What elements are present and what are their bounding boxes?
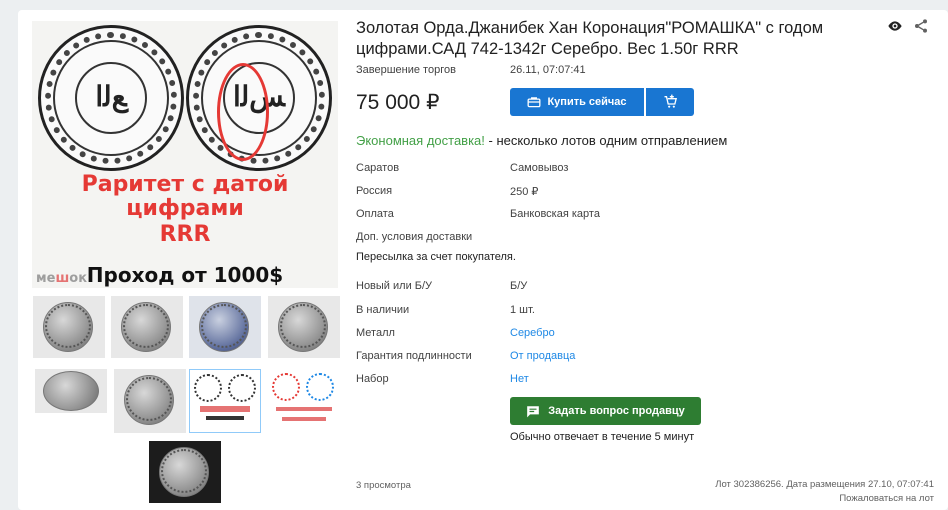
photo-line-1: Раритет с датой bbox=[81, 172, 289, 197]
lot-info: Лот 302386256. Дата размещения 27.10, 07… bbox=[715, 479, 934, 490]
payment-value: Банковская карта bbox=[510, 208, 600, 220]
shipping-note: Экономная доставка! - несколько лотов од… bbox=[356, 133, 728, 148]
ask-seller-button[interactable]: Задать вопрос продавцу bbox=[510, 397, 701, 425]
delivery-value-russia: 250 ₽ bbox=[510, 186, 539, 198]
thumbnail-5[interactable] bbox=[35, 369, 107, 413]
reply-time-note: Обычно отвечает в течение 5 минут bbox=[510, 431, 695, 443]
auction-end-value: 26.11, 07:07:41 bbox=[510, 64, 586, 76]
extra-delivery-label: Доп. условия доставки bbox=[356, 231, 473, 243]
thumbnail-7[interactable] bbox=[189, 369, 261, 433]
add-to-cart-button[interactable] bbox=[646, 88, 694, 116]
photo-line-3: RRR bbox=[159, 222, 211, 247]
buy-now-button[interactable]: Купить сейчас bbox=[510, 88, 644, 116]
delivery-label-saratov: Саратов bbox=[356, 162, 400, 174]
highlight-oval bbox=[217, 63, 269, 161]
ask-seller-label: Задать вопрос продавцу bbox=[548, 405, 685, 417]
eye-icon[interactable] bbox=[887, 18, 903, 39]
title-actions bbox=[887, 18, 929, 39]
authenticity-label: Гарантия подлинности bbox=[356, 350, 472, 362]
briefcase-icon bbox=[527, 97, 541, 108]
lot-title: Золотая Орда.Джанибек Хан Коронация"РОМА… bbox=[356, 19, 824, 58]
thumbnail-9[interactable] bbox=[149, 441, 221, 503]
coin-image-left: ﻊﻟﺍ bbox=[38, 25, 184, 171]
buy-now-label: Купить сейчас bbox=[547, 96, 627, 108]
thumbnail-8[interactable] bbox=[268, 369, 340, 433]
cart-plus-icon bbox=[664, 94, 677, 108]
delivery-label-russia: Россия bbox=[356, 185, 393, 197]
thumbnail-1[interactable] bbox=[33, 296, 105, 358]
metal-label: Металл bbox=[356, 327, 395, 339]
thumbnail-4[interactable] bbox=[268, 296, 340, 358]
thumbnail-6[interactable] bbox=[114, 369, 186, 433]
metal-link[interactable]: Серебро bbox=[510, 327, 555, 339]
in-stock-label: В наличии bbox=[356, 304, 410, 316]
watermark-logo: мешок bbox=[36, 271, 88, 286]
photo-line-2: цифрами bbox=[126, 196, 244, 221]
auction-end-label: Завершение торгов bbox=[356, 64, 456, 76]
delivery-note: Пересылка за счет покупателя. bbox=[356, 251, 516, 263]
report-link[interactable]: Пожаловаться на лот bbox=[839, 493, 934, 504]
share-icon[interactable] bbox=[913, 18, 929, 39]
authenticity-link[interactable]: От продавца bbox=[510, 350, 575, 362]
chat-icon bbox=[527, 405, 540, 417]
price: 75 000 ₽ bbox=[356, 91, 440, 114]
main-photo[interactable]: ﻊﻟﺍ ﺲﻟﺍ Раритет с датой цифрами RRR Прох… bbox=[32, 21, 338, 288]
condition-value: Б/У bbox=[510, 280, 528, 292]
set-label: Набор bbox=[356, 373, 389, 385]
payment-label: Оплата bbox=[356, 208, 394, 220]
thumbnail-3[interactable] bbox=[189, 296, 261, 358]
set-link[interactable]: Нет bbox=[510, 373, 529, 385]
views-count: 3 просмотра bbox=[356, 480, 411, 491]
in-stock-value: 1 шт. bbox=[510, 304, 535, 316]
condition-label: Новый или Б/У bbox=[356, 280, 433, 292]
thumbnail-2[interactable] bbox=[111, 296, 183, 358]
delivery-value-saratov: Самовывоз bbox=[510, 162, 569, 174]
